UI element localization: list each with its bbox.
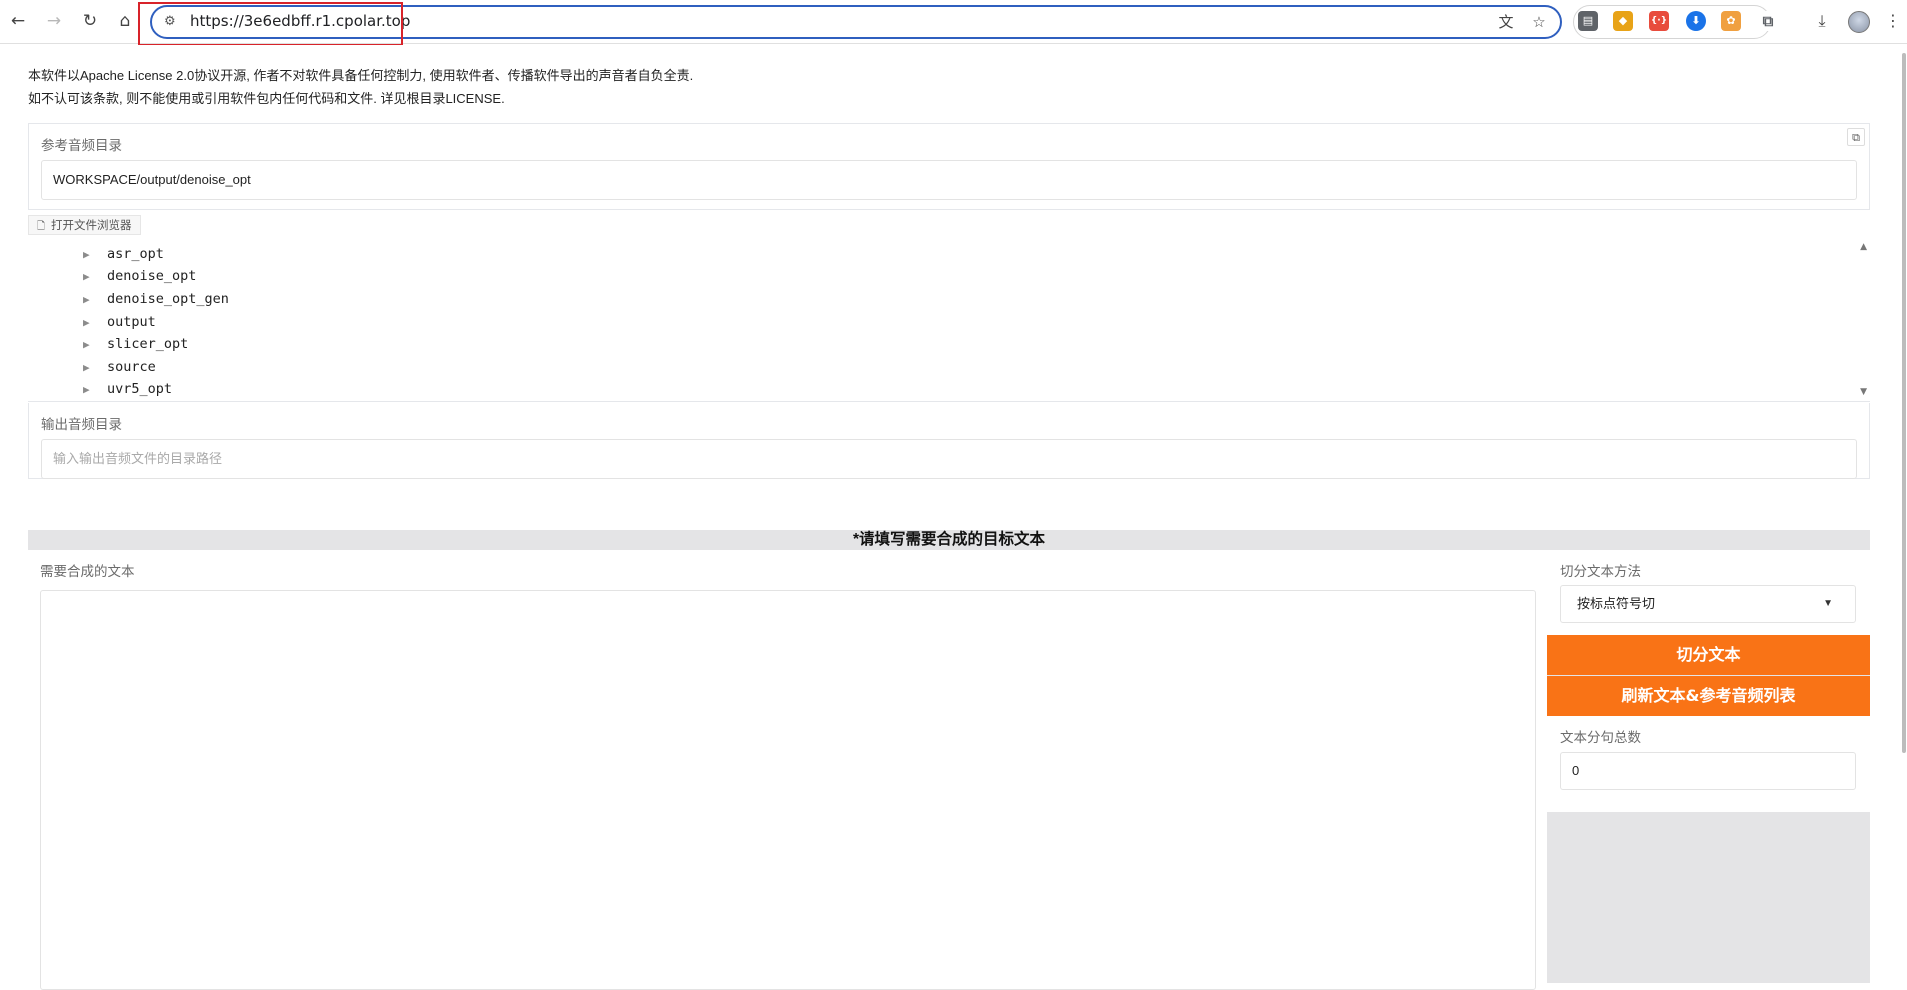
scrollbar-thumb[interactable]	[1902, 53, 1906, 753]
file-tree: ▶ asr_opt ▶ denoise_opt ▶ denoise_opt_gen ▶…	[28, 237, 1870, 402]
split-method-label: 切分文本方法	[1560, 564, 1641, 579]
ref-audio-dir-input[interactable]: WORKSPACE/output/denoise_opt	[41, 160, 1857, 200]
open-file-browser-tab[interactable]: 🗋 打开文件浏览器	[28, 215, 141, 235]
reload-icon[interactable]: ↻	[79, 10, 101, 32]
tree-item-uvr5-opt[interactable]: ▶ uvr5_opt	[83, 381, 172, 403]
tree-item-denoise-opt[interactable]: ▶ denoise_opt	[83, 268, 196, 290]
section-title: *请填写需要合成的目标文本	[28, 530, 1870, 550]
expand-arrow-icon[interactable]: ▶	[83, 316, 97, 329]
expand-arrow-icon[interactable]: ▶	[83, 383, 97, 396]
tree-item-label: slicer_opt	[107, 336, 189, 352]
scroll-up-icon[interactable]: ▲	[1860, 242, 1867, 252]
tree-item-label: source	[107, 359, 156, 375]
page-scrollbar[interactable]	[1901, 45, 1907, 765]
shield-extension-icon[interactable]: ◆	[1613, 11, 1633, 31]
split-method-card: 切分文本方法 按标点符号切 ▼	[1547, 550, 1870, 635]
browser-toolbar: ← → ↻ ⌂ ⚙ https://3e6edbff.r1.cpolar.top…	[0, 0, 1907, 46]
blue-download-extension-icon[interactable]: ⬇	[1686, 11, 1706, 31]
bookmark-star-icon[interactable]: ☆	[1529, 12, 1549, 32]
split-method-value: 按标点符号切	[1577, 596, 1656, 611]
file-icon: 🗋	[37, 221, 46, 232]
copy-icon[interactable]: ⧉	[1847, 128, 1865, 146]
expand-arrow-icon[interactable]: ▶	[83, 338, 97, 351]
expand-arrow-icon[interactable]: ▶	[83, 293, 97, 306]
tree-item-label: denoise_opt_gen	[107, 291, 229, 307]
ref-audio-dir-panel: 参考音频目录 WORKSPACE/output/denoise_opt ⧉	[28, 123, 1870, 210]
url-highlight-box	[138, 2, 403, 46]
avatar[interactable]	[1848, 11, 1870, 33]
home-icon[interactable]: ⌂	[114, 10, 136, 32]
sentence-count-card: 文本分句总数 0	[1547, 716, 1870, 812]
puzzle-extensions-icon[interactable]: ⧉	[1758, 11, 1778, 31]
sentence-count-input[interactable]: 0	[1560, 752, 1856, 790]
license-notice-line2: 如不认可该条款, 则不能使用或引用软件包内任何代码和文件. 详见根目录LICEN…	[28, 91, 505, 106]
refresh-list-button[interactable]: 刷新文本&参考音频列表	[1547, 676, 1870, 716]
expand-arrow-icon[interactable]: ▶	[83, 248, 97, 261]
download-icon[interactable]: ⤓	[1811, 10, 1833, 32]
cat-extension-icon[interactable]: ✿	[1721, 11, 1741, 31]
tree-item-slicer-opt[interactable]: ▶ slicer_opt	[83, 336, 188, 358]
chevron-down-icon: ▼	[1823, 598, 1833, 609]
forward-icon[interactable]: →	[43, 10, 65, 32]
expand-arrow-icon[interactable]: ▶	[83, 361, 97, 374]
output-audio-dir-input[interactable]: 输入输出音频文件的目录路径	[41, 439, 1857, 479]
extensions-group	[1573, 5, 1771, 39]
target-text-label: 需要合成的文本	[40, 564, 135, 579]
ref-audio-dir-label: 参考音频目录	[41, 138, 122, 153]
tree-item-output[interactable]: ▶ output	[83, 314, 156, 336]
target-text-input[interactable]	[40, 590, 1536, 990]
page-content: 本软件以Apache License 2.0协议开源, 作者不对软件具备任何控制…	[0, 45, 1907, 990]
translate-icon[interactable]: 文	[1496, 12, 1516, 32]
open-file-browser-label: 打开文件浏览器	[51, 220, 132, 232]
split-method-select[interactable]: 按标点符号切 ▼	[1560, 585, 1856, 623]
red-extension-icon[interactable]: {·}	[1649, 11, 1669, 31]
tree-item-source[interactable]: ▶ source	[83, 359, 156, 381]
tree-item-label: uvr5_opt	[107, 381, 173, 397]
sentence-count-label: 文本分句总数	[1560, 730, 1641, 745]
license-notice-line1: 本软件以Apache License 2.0协议开源, 作者不对软件具备任何控制…	[28, 68, 694, 83]
reading-list-icon[interactable]: ▤	[1578, 11, 1598, 31]
tree-item-denoise-opt-gen[interactable]: ▶ denoise_opt_gen	[83, 291, 229, 313]
back-icon[interactable]: ←	[7, 10, 29, 32]
split-panel: 切分文本方法 按标点符号切 ▼ 切分文本 刷新文本&参考音频列表 文本分句总数 …	[1547, 550, 1870, 983]
expand-arrow-icon[interactable]: ▶	[83, 270, 97, 283]
tree-item-label: output	[107, 314, 156, 330]
menu-icon[interactable]: ⋮	[1882, 10, 1904, 32]
output-audio-dir-panel: 输出音频目录 输入输出音频文件的目录路径	[28, 403, 1870, 479]
tree-item-label: denoise_opt	[107, 268, 197, 284]
tree-item-label: asr_opt	[107, 246, 164, 262]
split-text-button[interactable]: 切分文本	[1547, 635, 1870, 675]
output-audio-dir-label: 输出音频目录	[41, 417, 122, 432]
tree-item-asr-opt[interactable]: ▶ asr_opt	[83, 246, 164, 268]
scroll-down-icon[interactable]: ▼	[1860, 387, 1867, 397]
